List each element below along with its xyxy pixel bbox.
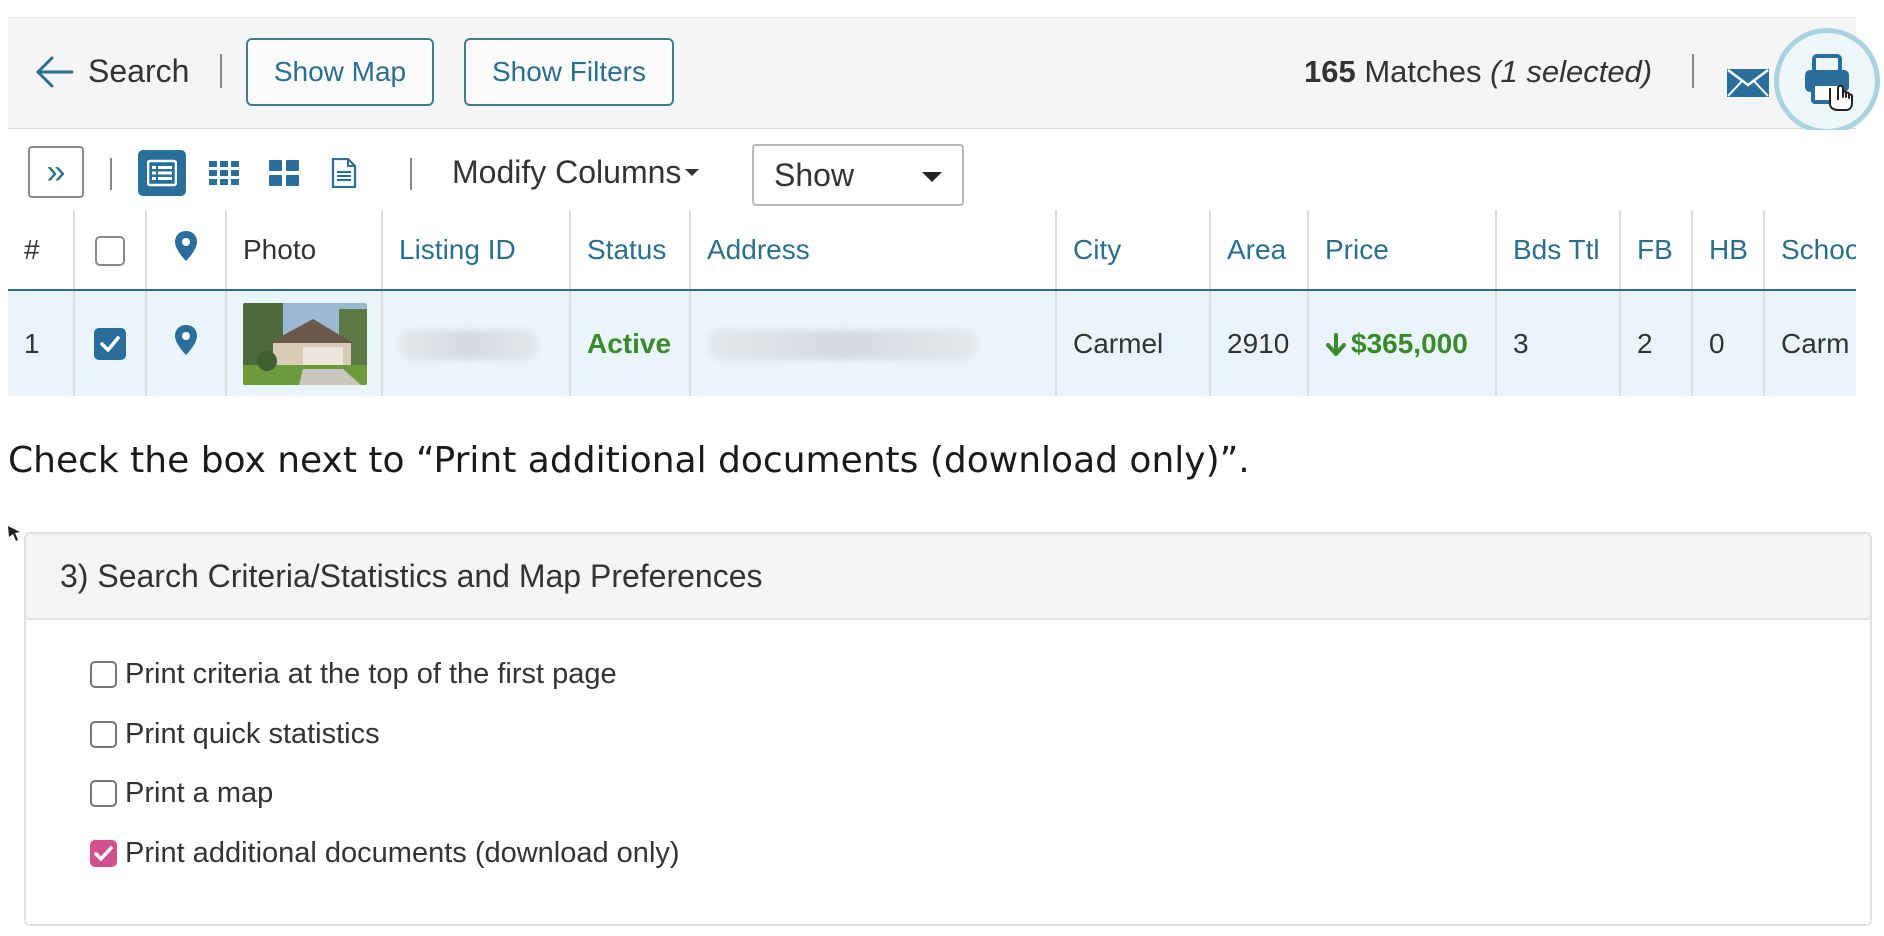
modify-columns-label: Modify Columns [452,154,682,190]
row-listing-id[interactable] [382,290,571,396]
row-select-cell[interactable] [74,290,147,396]
divider [1692,54,1694,88]
grid-view-button[interactable] [200,150,248,196]
check-icon [94,846,113,861]
show-select[interactable]: Show [752,144,964,206]
match-count: 165 Matches (1 selected) [1304,54,1652,90]
listing-photo[interactable] [243,302,367,385]
col-header-map [146,210,227,291]
option-label: Print criteria at the top of the first p… [125,658,617,690]
back-label: Search [88,53,190,89]
row-fb: 2 [1620,290,1693,396]
caret-down-icon [922,172,942,182]
list-icon [147,159,177,187]
print-button[interactable] [1774,28,1880,134]
view-toolbar: » Modify Columns Show [8,130,1856,210]
table-header-row: # Photo Listing ID Status Address City A… [8,210,1856,291]
redacted-listing-id [399,329,539,360]
option-print-map[interactable]: Print a map [90,777,273,810]
option-print-criteria[interactable]: Print criteria at the top of the first p… [90,658,617,691]
option-label: Print additional documents (download onl… [125,837,680,869]
divider [410,158,412,190]
row-select-checkbox[interactable] [94,328,126,361]
tiles-icon [269,160,299,186]
col-header-school[interactable]: Schoo [1764,210,1856,291]
cursor-icon [8,526,20,541]
col-header-listing-id[interactable]: Listing ID [382,210,571,291]
divider [220,54,222,88]
col-header-fb[interactable]: FB [1620,210,1693,291]
col-header-address[interactable]: Address [690,210,1057,291]
divider [110,158,112,190]
report-view-button[interactable] [320,150,368,196]
show-select-value: Show [774,156,855,193]
select-all-checkbox[interactable] [95,235,125,266]
col-header-select-all[interactable] [74,210,147,291]
arrow-down-icon [1326,333,1346,357]
print-preferences-panel: 3) Search Criteria/Statistics and Map Pr… [24,532,1872,926]
col-header-city[interactable]: City [1056,210,1211,291]
document-icon [331,158,357,188]
modify-columns-dropdown[interactable]: Modify Columns [452,154,700,191]
show-filters-button[interactable]: Show Filters [464,38,674,106]
show-map-button[interactable]: Show Map [246,38,434,106]
row-price-cell: $365,000 [1308,290,1497,396]
arrow-left-icon [36,56,74,87]
row-hb: 0 [1692,290,1765,396]
grid-icon [209,161,239,185]
print-additional-documents-checkbox[interactable] [90,840,117,867]
row-status: Active [570,290,691,396]
expand-sidebar-button[interactable]: » [28,146,84,198]
row-map-cell[interactable] [146,290,227,396]
results-table: # Photo Listing ID Status Address City A… [8,210,1856,398]
print-quick-statistics-checkbox[interactable] [90,721,117,748]
row-area: 2910 [1210,290,1309,396]
check-icon [100,336,120,353]
row-city: Carmel [1056,290,1211,396]
selected-count: (1 selected) [1490,54,1653,89]
col-header-status[interactable]: Status [570,210,691,291]
table-row[interactable]: 1 Active Carmel 2910 $365,000 3 2 0 Carm [8,290,1856,396]
option-label: Print quick statistics [125,718,380,750]
col-header-bds-ttl[interactable]: Bds Ttl [1496,210,1621,291]
print-map-checkbox[interactable] [90,780,117,807]
redacted-address [707,329,977,360]
email-button[interactable] [1726,68,1770,103]
printer-icon [1805,54,1853,111]
option-label: Print a map [125,777,274,809]
caret-down-icon [685,169,700,177]
gallery-view-button[interactable] [260,150,308,196]
results-toolbar: Search Show Map Show Filters 165 Matches… [8,17,1880,134]
option-print-additional-documents[interactable]: Print additional documents (download onl… [90,837,680,870]
instruction-text: Check the box next to “Print additional … [8,440,1250,481]
match-count-label: Matches [1364,54,1482,89]
col-header-photo: Photo [226,210,383,291]
row-photo-cell[interactable] [226,290,383,396]
row-number: 1 [8,290,75,396]
panel-title: 3) Search Criteria/Statistics and Map Pr… [26,534,1870,620]
match-count-number: 165 [1304,54,1356,89]
map-pin-icon[interactable] [174,324,198,356]
map-pin-icon [175,231,197,261]
col-header-number: # [8,210,75,291]
row-price: $365,000 [1351,327,1468,359]
row-address[interactable] [690,290,1057,396]
row-bds-ttl: 3 [1496,290,1621,396]
row-school: Carm [1764,290,1856,396]
list-view-button[interactable] [138,150,186,196]
col-header-area[interactable]: Area [1210,210,1309,291]
print-criteria-checkbox[interactable] [90,661,117,688]
col-header-price[interactable]: Price [1308,210,1497,291]
back-to-search-link[interactable]: Search [34,53,189,90]
col-header-hb[interactable]: HB [1692,210,1765,291]
envelope-icon [1727,69,1769,97]
option-print-quick-statistics[interactable]: Print quick statistics [90,718,380,751]
